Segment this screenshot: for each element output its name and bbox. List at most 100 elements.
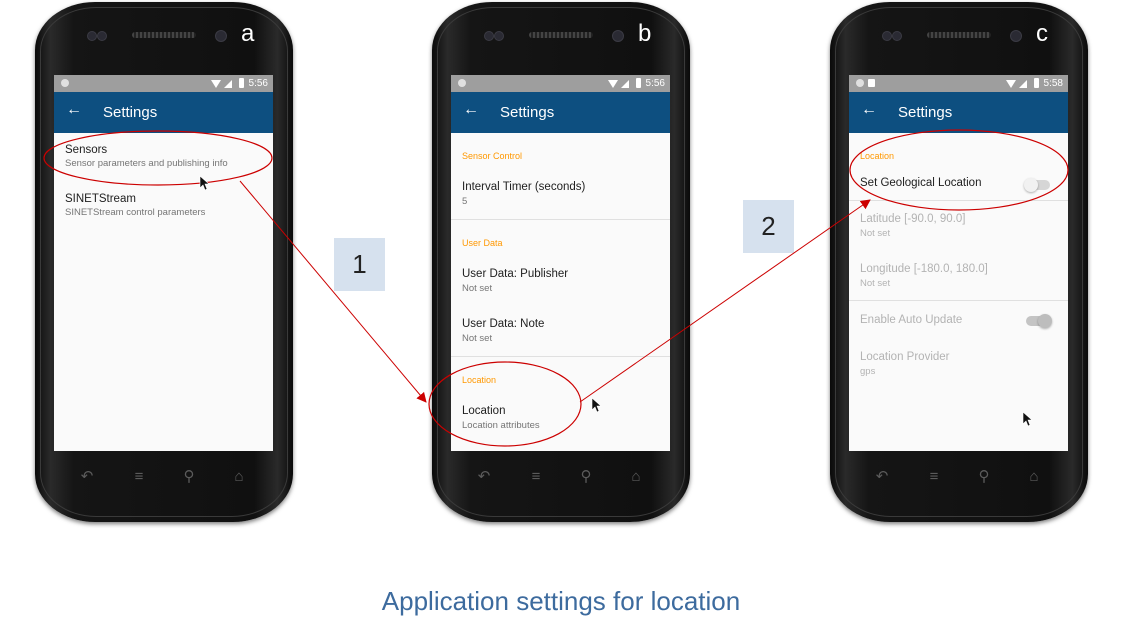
nav-bar: ↶ ≡ ⚲ ⌂ <box>870 465 1048 489</box>
search-nav-icon[interactable]: ⚲ <box>574 465 598 489</box>
item-subtitle: gps <box>860 366 876 377</box>
signal-icon <box>621 80 629 88</box>
app-bar: ← Settings <box>451 92 670 133</box>
category-header: Location <box>462 375 497 385</box>
item-title: SINETStream <box>65 193 136 205</box>
sensor-dot <box>882 31 892 41</box>
back-nav-icon[interactable]: ↶ <box>75 465 99 489</box>
back-nav-icon[interactable]: ↶ <box>870 465 894 489</box>
item-title: User Data: Note <box>462 318 545 330</box>
front-camera <box>612 30 624 42</box>
settings-item-set-geo-location[interactable]: Set Geological Location <box>849 177 1068 192</box>
status-time: 5:56 <box>645 78 665 89</box>
settings-item-publisher[interactable]: User Data: Publisher Not set <box>451 268 670 294</box>
battery-icon <box>239 78 244 88</box>
home-nav-icon[interactable]: ⌂ <box>624 465 648 489</box>
category-header: User Data <box>462 238 503 248</box>
sensor-dot <box>494 31 504 41</box>
settings-item-latitude: Latitude [-90.0, 90.0] Not set <box>849 213 1068 239</box>
divider <box>451 219 670 220</box>
notification-icon <box>61 79 69 87</box>
divider <box>849 300 1068 301</box>
search-nav-icon[interactable]: ⚲ <box>972 465 996 489</box>
geo-location-toggle[interactable] <box>1024 178 1050 192</box>
divider <box>849 200 1068 201</box>
wifi-icon <box>211 80 221 88</box>
item-subtitle: Not set <box>860 228 891 239</box>
item-title: User Data: Publisher <box>462 268 569 280</box>
toggle-knob <box>1024 178 1038 192</box>
status-bar: 5:56 <box>54 75 273 92</box>
sensor-dot <box>97 31 107 41</box>
item-subtitle: 5 <box>462 196 468 207</box>
panel-letter: c <box>1036 20 1048 47</box>
item-subtitle: Not set <box>462 333 493 344</box>
arrow-left-icon[interactable]: ← <box>463 101 479 119</box>
search-nav-icon[interactable]: ⚲ <box>177 465 201 489</box>
sd-card-icon <box>868 79 875 87</box>
speaker-grille <box>132 32 196 38</box>
item-subtitle: Location attributes <box>462 420 540 431</box>
page-title: Settings <box>500 104 555 121</box>
battery-icon <box>1034 78 1039 88</box>
status-time: 5:56 <box>248 78 268 89</box>
item-title: Longitude [-180.0, 180.0] <box>860 263 988 275</box>
phone-c: c 5:58 ← Settings Location Set Geologica… <box>830 2 1088 522</box>
status-time: 5:58 <box>1043 78 1063 89</box>
front-camera <box>1010 30 1022 42</box>
toggle-knob <box>1038 314 1052 328</box>
menu-nav-icon[interactable]: ≡ <box>127 465 151 489</box>
status-bar: 5:58 <box>849 75 1068 92</box>
divider <box>451 356 670 357</box>
arrow-left-icon[interactable]: ← <box>861 101 877 119</box>
sensor-dot <box>87 31 97 41</box>
panel-letter: b <box>638 20 652 47</box>
step-label-2: 2 <box>743 200 794 253</box>
wifi-icon <box>1006 80 1016 88</box>
menu-nav-icon[interactable]: ≡ <box>922 465 946 489</box>
signal-icon <box>1019 80 1027 88</box>
item-subtitle: SINETStream control parameters <box>65 207 206 218</box>
item-title: Sensors <box>65 144 108 156</box>
page-title: Settings <box>898 104 953 121</box>
settings-item-location[interactable]: Location Location attributes <box>451 405 670 431</box>
nav-bar: ↶ ≡ ⚲ ⌂ <box>75 465 253 489</box>
settings-item-note[interactable]: User Data: Note Not set <box>451 318 670 344</box>
notification-icon <box>458 79 466 87</box>
nav-bar: ↶ ≡ ⚲ ⌂ <box>472 465 650 489</box>
category-header: Sensor Control <box>462 151 523 161</box>
auto-update-toggle <box>1026 314 1052 328</box>
battery-icon <box>636 78 641 88</box>
settings-item-sensors[interactable]: Sensors Sensor parameters and publishing… <box>54 144 273 169</box>
notification-icon <box>856 79 864 87</box>
item-title: Interval Timer (seconds) <box>462 181 586 193</box>
item-subtitle: Not set <box>462 283 493 294</box>
home-nav-icon[interactable]: ⌂ <box>227 465 251 489</box>
phone-a: a 5:56 ← Settings Sensors Sensor paramet… <box>35 2 293 522</box>
screen: 5:58 ← Settings Location Set Geological … <box>849 75 1068 451</box>
settings-item-interval-timer[interactable]: Interval Timer (seconds) 5 <box>451 181 670 207</box>
item-title: Location <box>462 405 506 417</box>
figure-caption: Application settings for location <box>381 586 741 616</box>
settings-item-sinetstream[interactable]: SINETStream SINETStream control paramete… <box>54 193 273 218</box>
app-bar: ← Settings <box>54 92 273 133</box>
back-nav-icon[interactable]: ↶ <box>472 465 496 489</box>
app-bar: ← Settings <box>849 92 1068 133</box>
speaker-grille <box>927 32 991 38</box>
home-nav-icon[interactable]: ⌂ <box>1022 465 1046 489</box>
signal-icon <box>224 80 232 88</box>
menu-nav-icon[interactable]: ≡ <box>524 465 548 489</box>
category-header: Location <box>860 151 895 161</box>
panel-letter: a <box>241 20 255 47</box>
settings-item-auto-update: Enable Auto Update <box>849 314 1068 328</box>
arrow-left-icon[interactable]: ← <box>66 101 82 119</box>
item-subtitle: Not set <box>860 278 891 289</box>
item-title: Latitude [-90.0, 90.0] <box>860 213 966 225</box>
status-bar: 5:56 <box>451 75 670 92</box>
phone-b: b 5:56 ← Settings Sensor Control Interva… <box>432 2 690 522</box>
step-label-1: 1 <box>334 238 385 291</box>
item-title: Location Provider <box>860 351 950 363</box>
settings-item-location-provider: Location Provider gps <box>849 351 1068 377</box>
screen: 5:56 ← Settings Sensors Sensor parameter… <box>54 75 273 451</box>
speaker-grille <box>529 32 593 38</box>
